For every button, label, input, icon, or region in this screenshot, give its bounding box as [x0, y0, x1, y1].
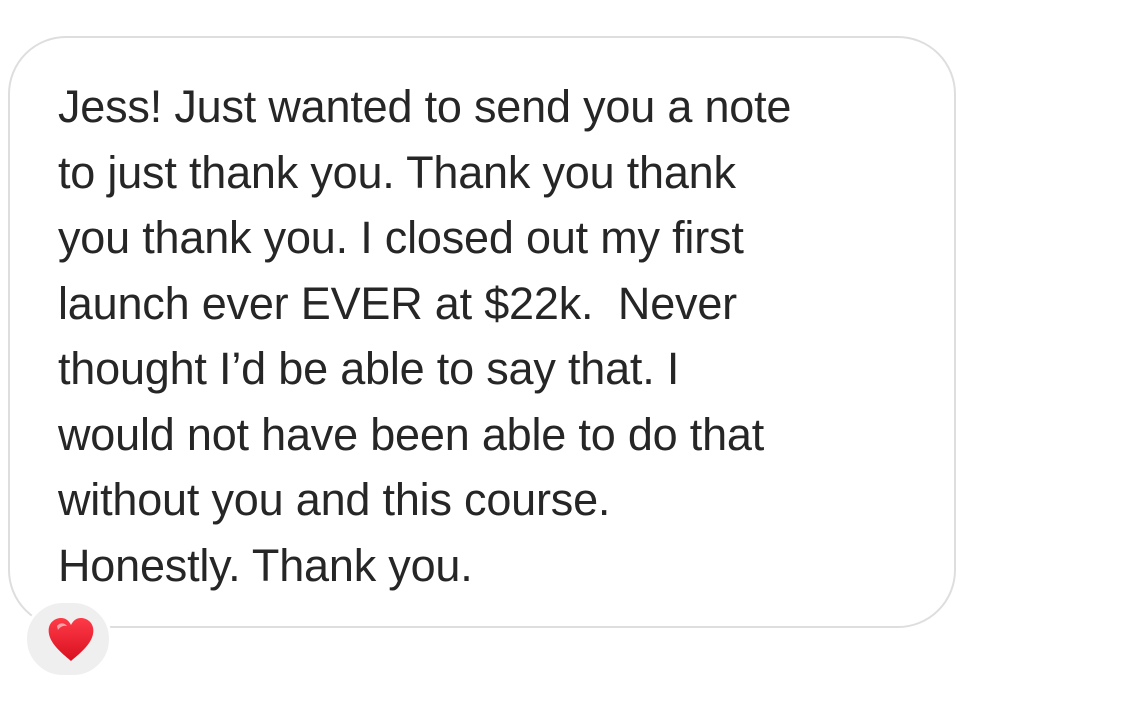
- message-line: to just thank you. Thank you thank: [58, 146, 736, 198]
- message-line: would not have been able to do that: [58, 408, 765, 460]
- message-bubble[interactable]: Jess! Just wanted to send you a note to …: [8, 36, 956, 628]
- message-line: you thank you. I closed out my first: [58, 212, 744, 263]
- heart-icon: [48, 618, 94, 661]
- message-text: Jess! Just wanted to send you a note to …: [58, 74, 928, 598]
- reaction-badge[interactable]: [24, 600, 112, 678]
- message-line: launch ever EVER at $22k. Never: [58, 277, 737, 329]
- message-line: Honestly. Thank you.: [58, 539, 473, 591]
- message-line: Jess! Just wanted to send you a note: [58, 81, 792, 132]
- message-line: thought I’d be able to say that. I: [58, 343, 680, 394]
- message-line: without you and this course.: [58, 474, 611, 525]
